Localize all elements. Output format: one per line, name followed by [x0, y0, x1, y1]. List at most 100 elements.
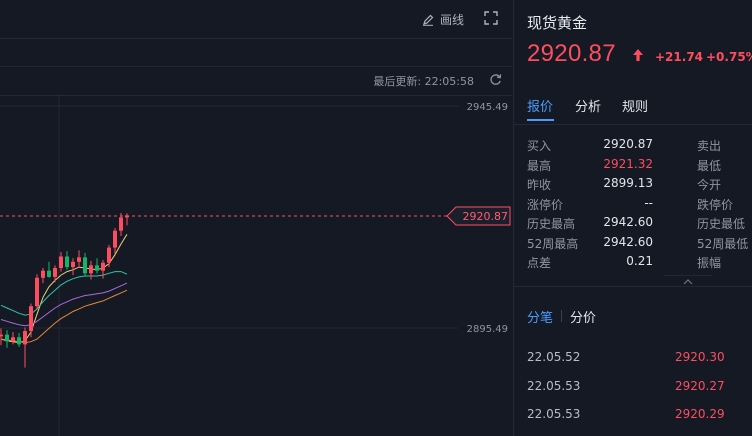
stat-label: 振幅 [697, 256, 722, 270]
trade-row: 22.05.53 2920.29 [514, 397, 752, 426]
candle [0, 328, 3, 346]
trade-time: 22.05.52 [527, 350, 581, 364]
candle-body [125, 215, 129, 218]
stat-label: 涨停价 [527, 197, 564, 212]
trade-row: 22.05.52 2920.30 [514, 340, 752, 369]
tab-quote[interactable]: 报价 [527, 96, 553, 115]
price-change: +21.74 [655, 50, 704, 64]
candle [5, 330, 9, 348]
stat-label: 最低 [697, 158, 722, 173]
candle-body [11, 337, 15, 342]
active-tab-indicator [527, 119, 554, 121]
last-price: 2920.87 [527, 40, 616, 67]
trade-time: 22.05.53 [527, 407, 581, 421]
stat-row: 最高 2921.32 最低 [514, 157, 752, 177]
tab-separator [561, 310, 562, 322]
candle [83, 252, 87, 277]
candlestick-chart[interactable]: 2945.49 2895.49 2920.87 [0, 0, 512, 436]
trade-time: 22.05.53 [527, 378, 581, 393]
trade-price: 2920.27 [675, 378, 725, 393]
arrow-up-icon [633, 49, 643, 61]
candle [77, 250, 81, 269]
candle-body [83, 257, 87, 274]
stat-value: 2921.32 [603, 156, 653, 171]
candle [23, 327, 27, 368]
candles [0, 212, 129, 368]
candle [71, 258, 75, 276]
candle-body [77, 257, 81, 262]
candle-body [107, 247, 111, 263]
candle-body [89, 265, 93, 274]
quote-panel: 现货黄金 2920.87 +21.74 +0.75% 报价 分析 规则 买入 2… [513, 0, 752, 436]
tab-ticks[interactable]: 分笔 [527, 307, 553, 326]
current-price-tag: 2920.87 [446, 206, 511, 226]
trade-price: 2920.29 [675, 407, 725, 421]
candle-body [47, 270, 51, 277]
trade-row: 22.05.53 2920.27 [514, 369, 752, 398]
candle [35, 274, 39, 310]
instrument-name: 现货黄金 [527, 14, 588, 32]
moving-average-line [0, 289, 128, 344]
candle-body [119, 217, 123, 231]
tab-rules[interactable]: 规则 [622, 96, 648, 115]
stat-label: 历史最低 [697, 217, 746, 231]
current-price-tag-label: 2920.87 [463, 210, 509, 223]
stat-label: 历史最高 [527, 217, 576, 231]
candle-body [5, 334, 9, 342]
candle-body [41, 270, 45, 278]
stat-value: 2920.87 [603, 137, 653, 151]
candle [89, 260, 93, 280]
stat-row: 52周最高 2942.60 52周最低 [514, 235, 752, 255]
price-change-percent: +0.75% [706, 50, 752, 64]
quote-stats: 买入 2920.87 卖出 最高 2921.32 最低 昨收 2899.13 今… [514, 137, 752, 274]
candle [101, 260, 105, 279]
candle [65, 251, 69, 270]
y-tick-label: 2945.49 [467, 102, 508, 113]
candle-body [17, 337, 21, 345]
moving-average-line [0, 282, 128, 327]
stat-row: 点差 0.21 振幅 [514, 254, 752, 274]
stat-value: 2942.60 [603, 234, 653, 249]
stat-label: 52周最高 [527, 236, 579, 251]
stat-label: 52周最低 [697, 236, 749, 251]
candle-body [0, 334, 3, 337]
stat-row: 涨停价 -- 跌停价 [514, 196, 752, 216]
candle [29, 303, 33, 338]
candle [17, 332, 21, 348]
candle-body [95, 265, 99, 271]
candle [41, 268, 45, 284]
stat-value: 0.21 [626, 254, 653, 268]
candle-body [65, 256, 69, 268]
tab-price-levels[interactable]: 分价 [570, 307, 596, 326]
candle-body [29, 306, 33, 332]
chart-panel: 画线 最后更新: 22:05:58 2945.49 2895.49 2920.8… [0, 0, 512, 436]
candle-body [71, 261, 75, 268]
stat-value: 2942.60 [603, 215, 653, 229]
candle [113, 228, 117, 254]
stat-label: 跌停价 [697, 197, 734, 212]
quote-tabs: 报价 分析 规则 [514, 86, 752, 125]
candle-body [35, 277, 39, 307]
moving-average-line [0, 271, 128, 316]
stat-label: 点差 [527, 256, 552, 270]
trades-tabs: 分笔 分价 [514, 307, 752, 329]
candle [107, 244, 111, 268]
trades-list: 22.05.52 2920.30 22.05.53 2920.27 22.05.… [514, 340, 752, 426]
y-tick-label: 2895.49 [467, 324, 508, 335]
stat-label: 卖出 [697, 139, 722, 153]
candle [95, 258, 99, 274]
stat-label: 今开 [697, 178, 722, 192]
candle [11, 331, 15, 345]
candle-body [59, 256, 63, 269]
stat-value: 2899.13 [603, 176, 653, 190]
trade-price: 2920.30 [675, 350, 725, 364]
candle-body [101, 262, 105, 271]
stat-value: -- [644, 195, 653, 210]
section-divider [514, 286, 752, 287]
stat-label: 昨收 [527, 178, 552, 192]
stat-row: 历史最高 2942.60 历史最低 [514, 215, 752, 235]
stat-label: 最高 [527, 158, 552, 173]
stat-label: 买入 [527, 139, 552, 153]
candle-body [53, 268, 57, 277]
tab-analysis[interactable]: 分析 [575, 96, 601, 115]
